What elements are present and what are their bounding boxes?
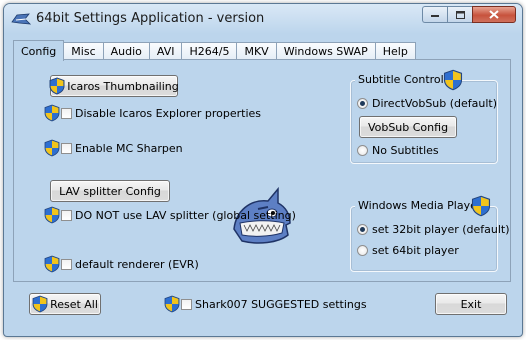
- icaros-thumbnailing-button[interactable]: Icaros Thumbnailing: [49, 75, 179, 97]
- mc-sharpen-checkbox[interactable]: [61, 142, 72, 154]
- icaros-button-label: Icaros Thumbnailing: [67, 79, 179, 93]
- uac-shield-icon: [44, 104, 60, 122]
- app-logo-icon: [11, 13, 31, 25]
- wmp-title: Windows Media Player: [355, 199, 485, 212]
- no-subtitles-label[interactable]: No Subtitles: [372, 144, 439, 157]
- tab-config[interactable]: Config: [13, 40, 65, 61]
- uac-shield-icon: [44, 206, 60, 224]
- subtitle-control-title: Subtitle Control: [355, 73, 447, 86]
- uac-shield-icon: [49, 77, 65, 95]
- mc-sharpen-label[interactable]: Enable MC Sharpen: [75, 142, 183, 155]
- uac-shield-icon: [32, 295, 48, 313]
- no-subtitles-option[interactable]: No Subtitles: [357, 144, 439, 157]
- tab-mkv[interactable]: MKV: [237, 42, 277, 60]
- settings-window: 64bit Settings Application - version Con…: [3, 3, 523, 337]
- tab-strip: Config Misc Audio AVI H264/5 MKV Windows…: [13, 40, 416, 61]
- minimize-icon: [430, 14, 439, 17]
- exit-button[interactable]: Exit: [435, 293, 507, 315]
- player64-radio[interactable]: [357, 245, 368, 256]
- tab-h264-5[interactable]: H264/5: [182, 42, 238, 60]
- player64-label[interactable]: set 64bit player: [372, 244, 459, 257]
- no-lav-checkbox[interactable]: [61, 209, 72, 221]
- default-renderer-row: default renderer (EVR): [44, 255, 199, 273]
- player32-option[interactable]: set 32bit player (default): [357, 223, 510, 236]
- uac-shield-icon: [164, 295, 180, 313]
- suggested-settings-label[interactable]: Shark007 SUGGESTED settings: [195, 298, 367, 311]
- close-icon: [489, 10, 499, 19]
- no-lav-label[interactable]: DO NOT use LAV splitter (global setting): [75, 209, 296, 222]
- tab-avi[interactable]: AVI: [149, 42, 183, 60]
- uac-shield-icon: [471, 195, 491, 217]
- tab-windows-swap[interactable]: Windows SWAP: [276, 42, 376, 60]
- exit-label: Exit: [460, 297, 482, 311]
- vobsub-config-button[interactable]: VobSub Config: [359, 116, 457, 138]
- player64-option[interactable]: set 64bit player: [357, 244, 459, 257]
- title-bar[interactable]: 64bit Settings Application - version: [4, 4, 522, 34]
- tab-misc[interactable]: Misc: [64, 42, 104, 60]
- reset-all-label: Reset All: [50, 297, 98, 311]
- tab-audio[interactable]: Audio: [103, 42, 150, 60]
- tab-help[interactable]: Help: [375, 42, 416, 60]
- mc-sharpen-row: Enable MC Sharpen: [44, 139, 183, 157]
- default-renderer-label[interactable]: default renderer (EVR): [75, 258, 199, 271]
- default-renderer-checkbox[interactable]: [61, 258, 72, 270]
- maximize-icon: [455, 10, 465, 19]
- minimize-button[interactable]: [422, 6, 447, 23]
- subtitle-control-group: Subtitle Control DirectVobSub (default) …: [350, 69, 498, 164]
- disable-icaros-checkbox[interactable]: [61, 107, 72, 119]
- suggested-settings-checkbox[interactable]: [181, 298, 192, 310]
- no-lav-row: DO NOT use LAV splitter (global setting): [44, 206, 296, 224]
- windows-media-player-group: Windows Media Player set 32bit player (d…: [350, 195, 510, 272]
- maximize-button[interactable]: [447, 6, 472, 23]
- lav-splitter-config-button[interactable]: LAV splitter Config: [50, 180, 170, 202]
- disable-icaros-row: Disable Icaros Explorer properties: [44, 104, 261, 122]
- caption-buttons: [422, 6, 516, 23]
- suggested-settings-row: Shark007 SUGGESTED settings: [164, 295, 367, 313]
- window-title: 64bit Settings Application - version: [36, 11, 265, 26]
- directvobsub-label[interactable]: DirectVobSub (default): [372, 97, 497, 110]
- uac-shield-icon: [44, 139, 60, 157]
- player32-label[interactable]: set 32bit player (default): [372, 223, 510, 236]
- reset-all-button[interactable]: Reset All: [29, 293, 101, 315]
- uac-shield-icon: [44, 255, 60, 273]
- lav-button-label: LAV splitter Config: [59, 184, 161, 198]
- directvobsub-option[interactable]: DirectVobSub (default): [357, 97, 497, 110]
- no-subtitles-radio[interactable]: [357, 145, 368, 156]
- uac-shield-icon: [443, 69, 463, 91]
- disable-icaros-label[interactable]: Disable Icaros Explorer properties: [75, 107, 261, 120]
- close-button[interactable]: [472, 6, 516, 23]
- vobsub-button-label: VobSub Config: [367, 120, 449, 134]
- config-panel: Icaros Thumbnailing Disable Icaros Explo…: [13, 59, 511, 282]
- player32-radio[interactable]: [357, 224, 368, 235]
- directvobsub-radio[interactable]: [357, 98, 368, 109]
